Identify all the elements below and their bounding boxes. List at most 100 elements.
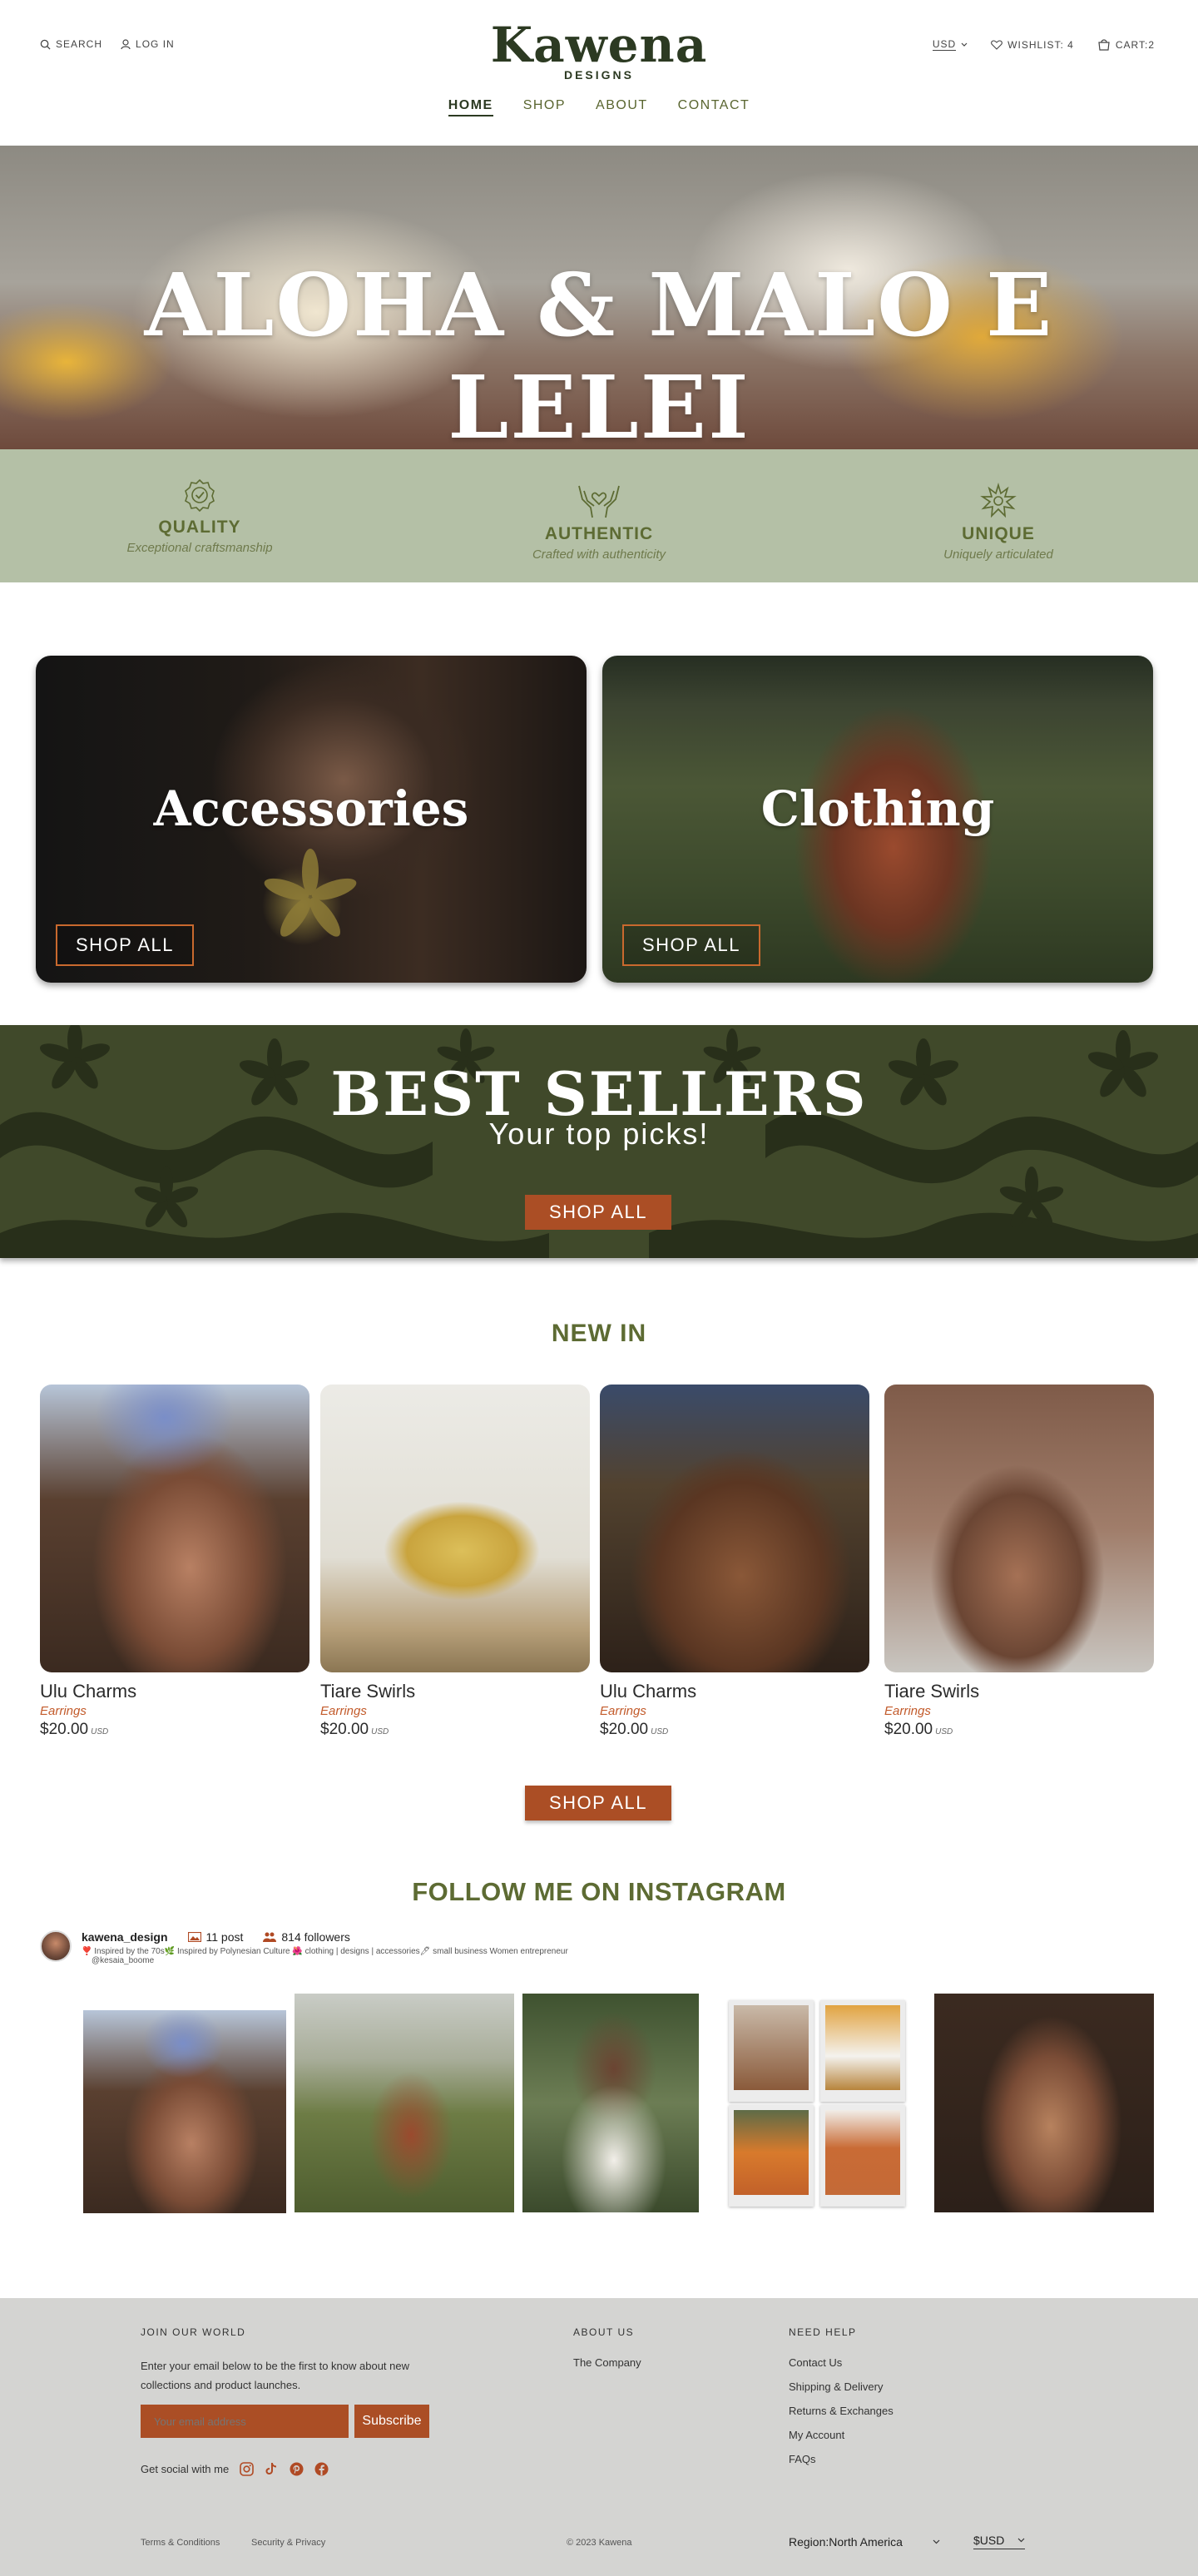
footer-link-faqs[interactable]: FAQs	[789, 2453, 894, 2465]
shop-all-accessories-button[interactable]: SHOP ALL	[56, 924, 194, 966]
feature-subtitle: Uniquely articulated	[943, 547, 1053, 562]
instagram-link[interactable]: @kesaia_boome	[92, 1956, 568, 1965]
product-category: Earrings	[600, 1704, 646, 1718]
pinterest-icon[interactable]	[289, 2461, 304, 2476]
product-card[interactable]: Ulu Charms Earrings $20.00 USD	[40, 1385, 309, 1739]
hero-title: ALOHA & MALO E LELEI	[144, 254, 1054, 458]
feature-title: UNIQUE	[962, 523, 1035, 543]
region-selector[interactable]: Region:North America	[789, 2534, 940, 2549]
email-field[interactable]	[141, 2405, 349, 2438]
footer-link-account[interactable]: My Account	[789, 2429, 894, 2441]
best-sellers-subtitle: Your top picks!	[488, 1117, 710, 1151]
cart-icon	[1098, 38, 1110, 51]
product-category: Earrings	[884, 1704, 931, 1718]
footer-help-section: NEED HELP Contact Us Shipping & Delivery…	[789, 2326, 894, 2477]
new-in-title: NEW IN	[551, 1320, 647, 1347]
footer-about-section: ABOUT US The Company	[573, 2326, 641, 2380]
category-title: Accessories	[153, 780, 469, 837]
footer-join-section: JOIN OUR WORLD Enter your email below to…	[141, 2326, 440, 2395]
feature-title: QUALITY	[158, 517, 241, 537]
footer-join-text: Enter your email below to be the first t…	[141, 2360, 410, 2391]
footer-heading: ABOUT US	[573, 2326, 635, 2338]
terms-link[interactable]: Terms & Conditions	[141, 2538, 220, 2548]
nav-home[interactable]: HOME	[448, 98, 493, 116]
privacy-link[interactable]: Security & Privacy	[251, 2538, 325, 2548]
chevron-down-icon	[1017, 2538, 1025, 2543]
footer-link-shipping[interactable]: Shipping & Delivery	[789, 2380, 894, 2393]
best-sellers-shop-all-button[interactable]: SHOP ALL	[525, 1195, 671, 1230]
product-card[interactable]: Ulu Charms Earrings $20.00 USD	[600, 1385, 869, 1739]
product-image[interactable]	[40, 1385, 309, 1672]
instagram-followers: 814 followers	[263, 1930, 350, 1944]
product-name[interactable]: Ulu Charms	[600, 1681, 869, 1702]
tiktok-icon[interactable]	[264, 2461, 279, 2476]
chevron-down-icon	[933, 2539, 940, 2544]
feature-subtitle: Crafted with authenticity	[532, 547, 666, 562]
followers-icon	[263, 1932, 277, 1942]
footer-link-returns[interactable]: Returns & Exchanges	[789, 2405, 894, 2417]
footer-link-company[interactable]: The Company	[573, 2356, 641, 2369]
sparkle-icon	[980, 482, 1017, 518]
footer-social: Get social with me	[141, 2461, 329, 2476]
chevron-down-icon	[961, 42, 968, 47]
cart-button[interactable]: CART:2	[1097, 38, 1155, 51]
instagram-profile: kawena_design 11 post 814 followers ❣️ I…	[40, 1930, 568, 1965]
nav-contact[interactable]: CONTACT	[678, 98, 750, 116]
nav-about[interactable]: ABOUT	[596, 98, 648, 116]
product-price: $20.00 USD	[320, 1721, 389, 1738]
footer-currency-label: $USD	[973, 2534, 1005, 2547]
currency-selector[interactable]: USD	[932, 38, 968, 51]
instagram-icon[interactable]	[239, 2461, 254, 2476]
heart-icon	[991, 39, 1003, 50]
instagram-post-image[interactable]	[295, 1994, 514, 2212]
instagram-handle[interactable]: kawena_design	[82, 1930, 168, 1944]
category-card-accessories[interactable]: Accessories SHOP ALL	[36, 656, 587, 983]
feature-unique: UNIQUE Uniquely articulated	[874, 482, 1123, 562]
product-price: $20.00 USD	[600, 1721, 669, 1738]
subscribe-button[interactable]: Subscribe	[354, 2405, 429, 2438]
product-name[interactable]: Ulu Charms	[40, 1681, 309, 1702]
site-footer: JOIN OUR WORLD Enter your email below to…	[0, 2298, 1198, 2576]
product-name[interactable]: Tiare Swirls	[320, 1681, 590, 1702]
instagram-post-image[interactable]	[934, 1994, 1154, 2212]
wishlist-label: WISHLIST: 4	[1007, 38, 1074, 51]
footer-heading: NEED HELP	[789, 2326, 857, 2338]
avatar[interactable]	[40, 1930, 72, 1962]
facebook-icon[interactable]	[314, 2461, 329, 2476]
product-card[interactable]: Tiare Swirls Earrings $20.00 USD	[320, 1385, 590, 1739]
wishlist-button[interactable]: WISHLIST: 4	[991, 38, 1074, 51]
instagram-bio: ❣️ Inspired by the 70s🌿 Inspired by Poly…	[82, 1947, 568, 1956]
features-strip: QUALITY Exceptional craftsmanship AUTHEN…	[0, 449, 1198, 582]
instagram-post-image[interactable]	[710, 1994, 910, 2212]
footer-link-contact[interactable]: Contact Us	[789, 2356, 894, 2369]
footer-selectors: Region:North America $USD	[789, 2534, 1026, 2549]
feature-authentic: AUTHENTIC Crafted with authenticity	[474, 483, 724, 562]
instagram-post-image[interactable]	[522, 1994, 699, 2212]
product-image[interactable]	[600, 1385, 869, 1672]
currency-label: USD	[932, 38, 957, 51]
instagram-post-image[interactable]	[83, 2010, 286, 2213]
product-price: $20.00 USD	[884, 1721, 953, 1738]
nav-shop[interactable]: SHOP	[523, 98, 566, 116]
product-image[interactable]	[884, 1385, 1154, 1672]
main-nav: HOME SHOP ABOUT CONTACT	[0, 98, 1198, 116]
product-card[interactable]: Tiare Swirls Earrings $20.00 USD	[884, 1385, 1154, 1739]
instagram-info: kawena_design 11 post 814 followers ❣️ I…	[82, 1930, 568, 1965]
image-icon	[187, 1931, 201, 1943]
footer-currency-selector[interactable]: $USD	[973, 2534, 1026, 2549]
product-category: Earrings	[40, 1704, 87, 1718]
new-in-shop-all-button[interactable]: SHOP ALL	[525, 1786, 671, 1821]
product-image[interactable]	[320, 1385, 590, 1672]
header-right-actions: USD WISHLIST: 4 CART:2	[932, 38, 1155, 51]
feature-title: AUTHENTIC	[544, 523, 654, 543]
cart-label: CART:2	[1115, 38, 1155, 51]
category-title: Clothing	[760, 780, 995, 837]
product-name[interactable]: Tiare Swirls	[884, 1681, 1154, 1702]
flower-icon	[264, 849, 357, 937]
copyright-text: © 2023 Kawena	[567, 2538, 632, 2548]
product-price: $20.00 USD	[40, 1721, 109, 1738]
shop-all-clothing-button[interactable]: SHOP ALL	[622, 924, 760, 966]
category-card-clothing[interactable]: Clothing SHOP ALL	[602, 656, 1153, 983]
instagram-posts: 11 post	[187, 1930, 243, 1944]
feature-subtitle: Exceptional craftsmanship	[126, 540, 273, 555]
